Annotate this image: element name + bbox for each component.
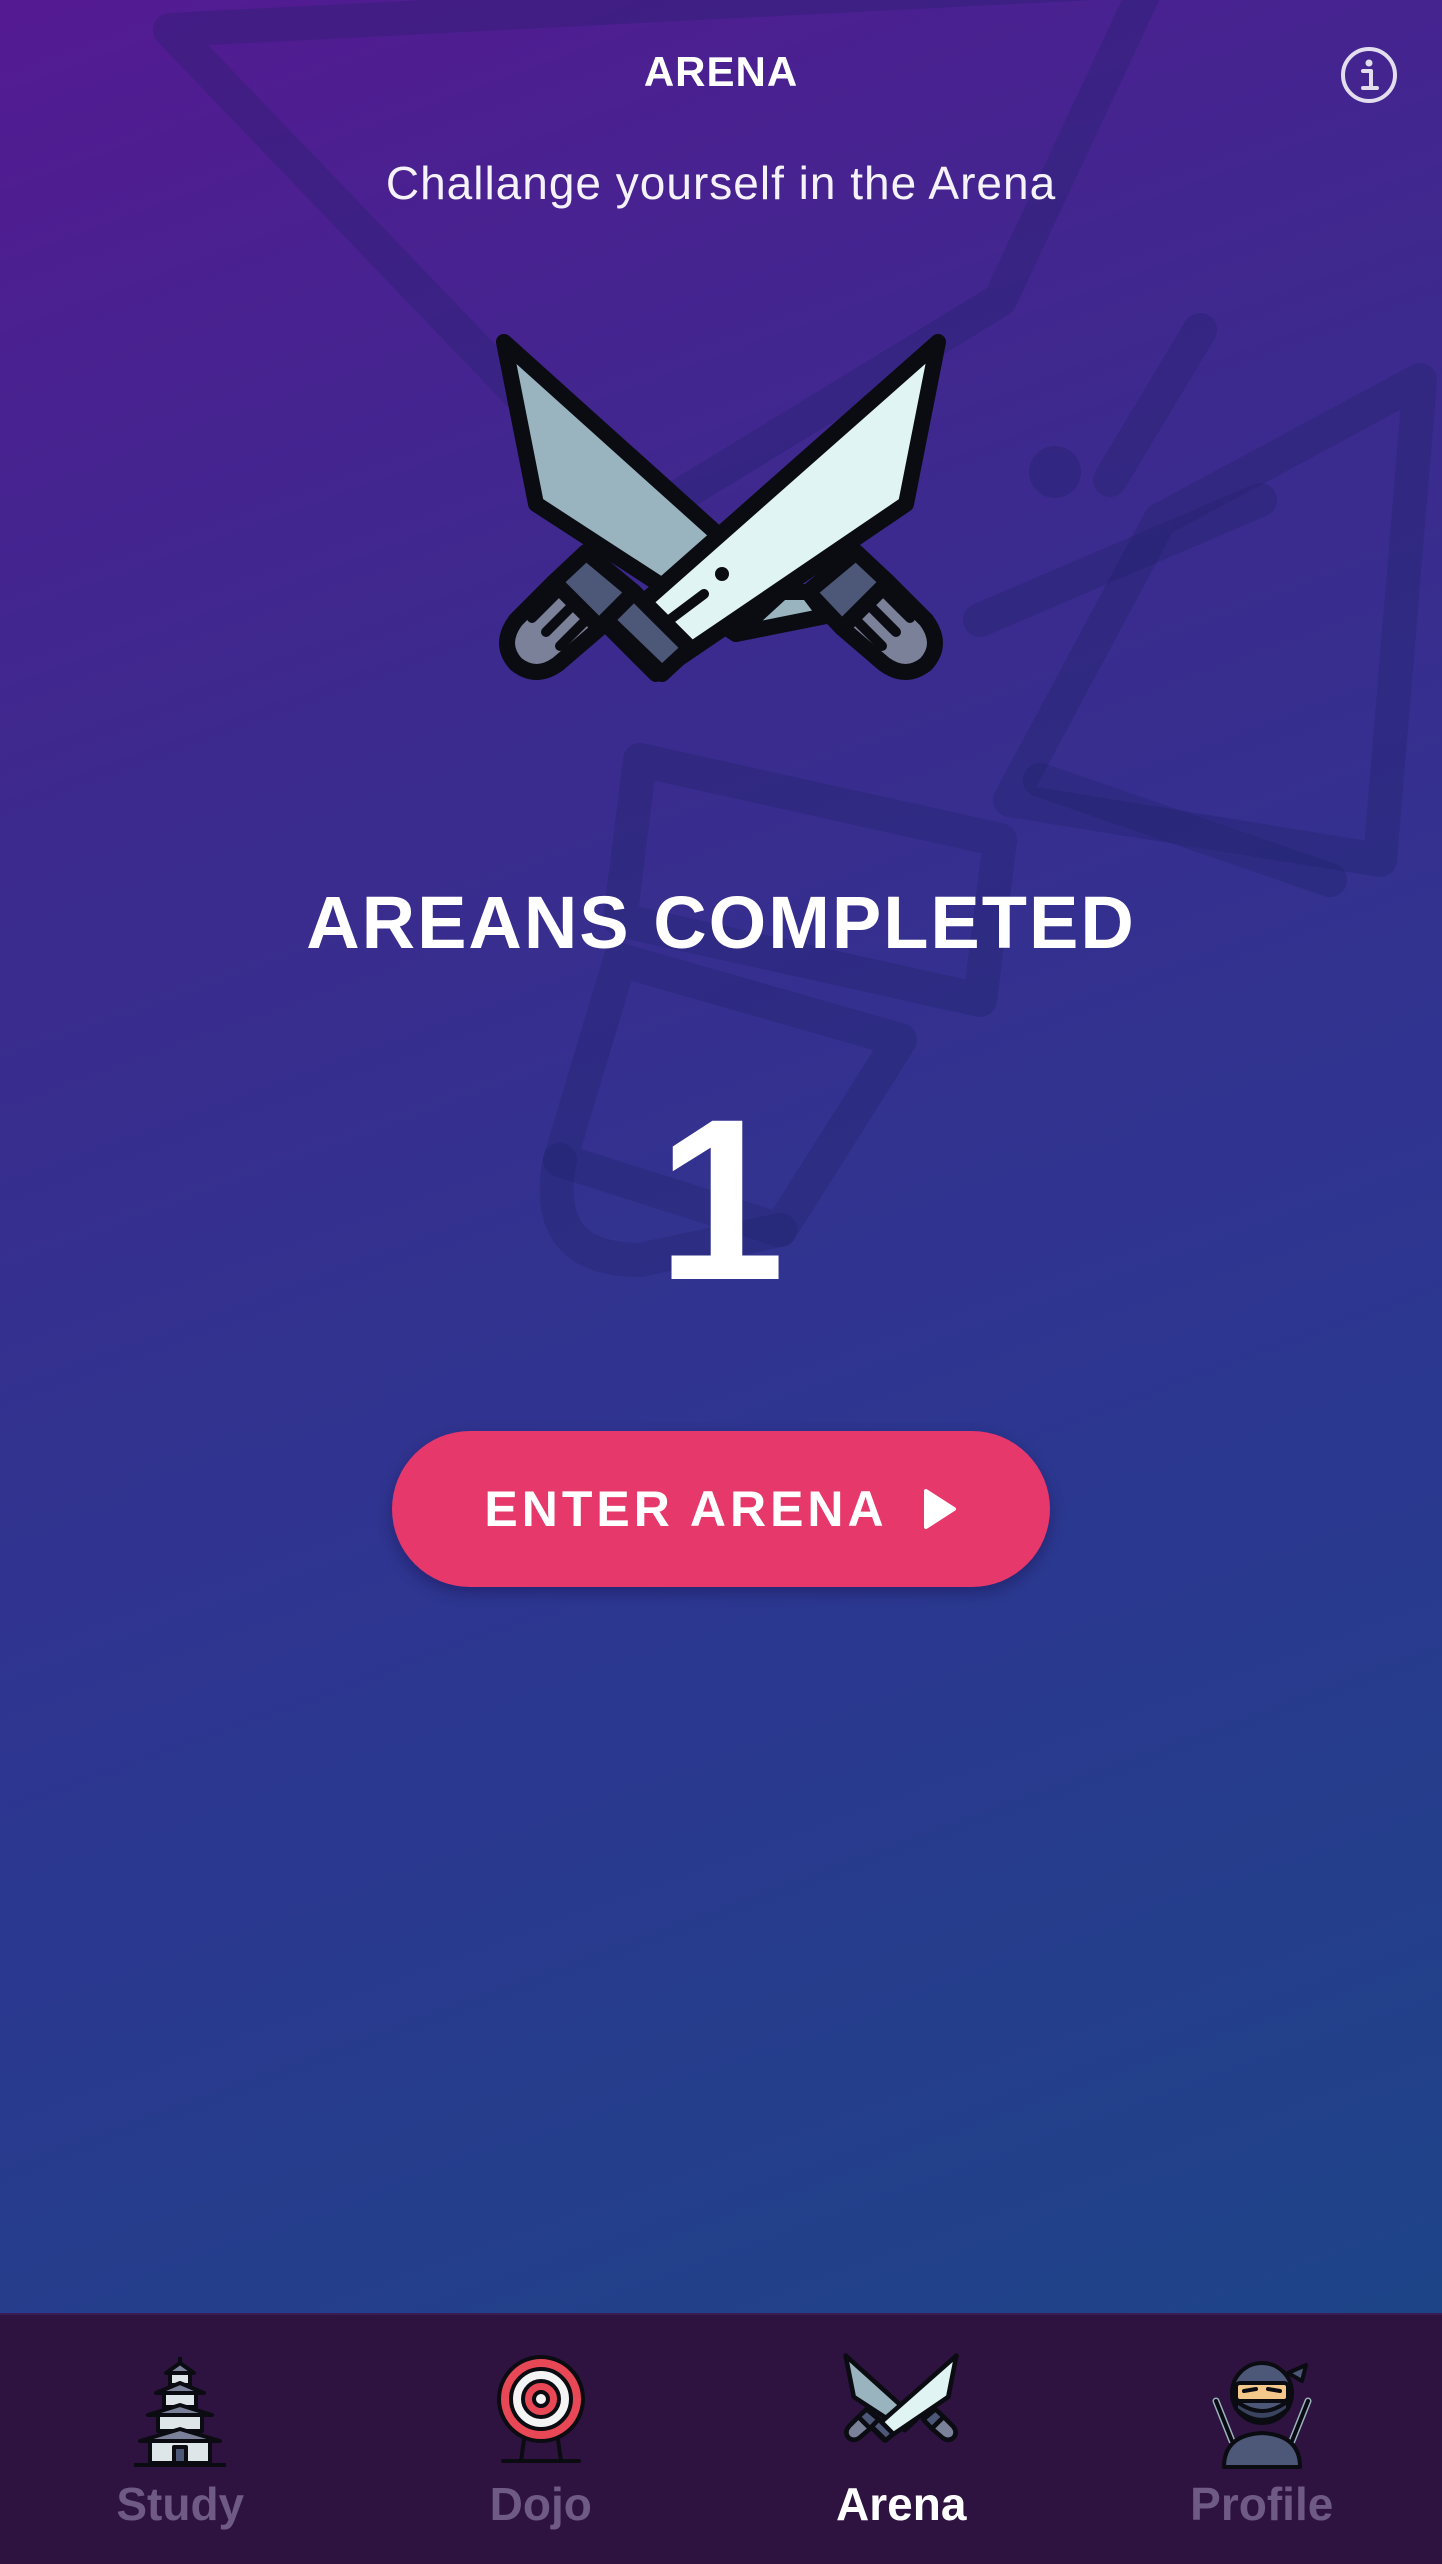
page-subtitle: Challange yourself in the Arena (0, 156, 1442, 210)
target-icon (481, 2351, 601, 2471)
tab-label-dojo: Dojo (490, 2477, 592, 2531)
tab-label-arena: Arena (836, 2477, 966, 2531)
arena-screen: ARENA Challange yourself in the Arena AR… (0, 0, 1442, 2313)
crossed-swords-icon (486, 324, 956, 794)
enter-arena-button[interactable]: ENTER ARENA (392, 1431, 1050, 1587)
arenas-completed-count: 1 (0, 1070, 1442, 1330)
page-title: ARENA (0, 48, 1442, 96)
arenas-completed-label: AREANS COMPLETED (0, 880, 1442, 965)
info-circle-icon[interactable] (1340, 46, 1398, 104)
tab-label-study: Study (116, 2477, 244, 2531)
enter-arena-label: ENTER ARENA (484, 1480, 887, 1538)
pagoda-icon (120, 2351, 240, 2471)
tab-arena[interactable]: Arena (721, 2315, 1082, 2564)
tab-study[interactable]: Study (0, 2315, 361, 2564)
play-triangle-icon (922, 1487, 958, 1531)
ninja-avatar-icon (1202, 2351, 1322, 2471)
tab-dojo[interactable]: Dojo (361, 2315, 722, 2564)
tab-profile[interactable]: Profile (1082, 2315, 1442, 2564)
bottom-tab-bar: Study Dojo Arena (0, 2313, 1442, 2564)
tab-label-profile: Profile (1190, 2477, 1333, 2531)
crossed-swords-icon (841, 2351, 961, 2471)
